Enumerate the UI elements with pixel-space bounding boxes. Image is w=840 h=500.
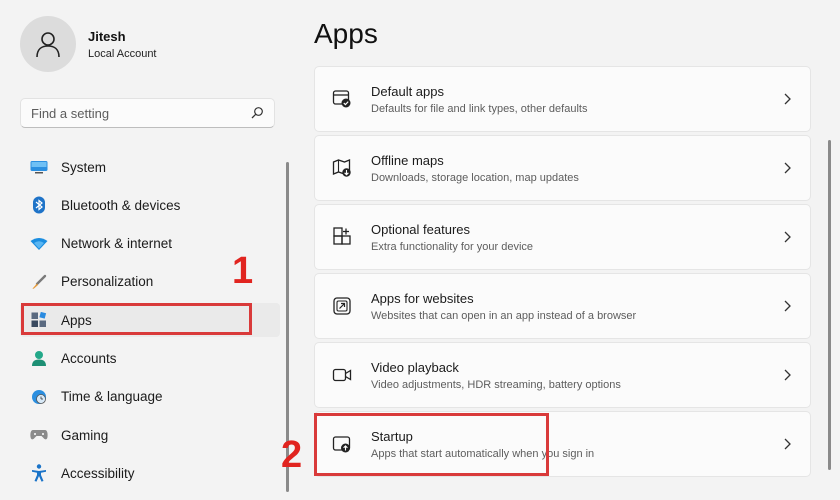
card-description: Apps that start automatically when you s… (371, 447, 595, 460)
step-2-callout: 2 (281, 434, 303, 476)
gamepad-icon (30, 426, 48, 444)
nav-list: System Bluetooth & devices Network & int… (20, 150, 280, 495)
account-type: Local Account (88, 47, 157, 60)
card-startup[interactable]: Startup Apps that start automatically wh… (314, 411, 811, 477)
card-description: Downloads, storage location, map updates (371, 171, 579, 184)
chevron-right-icon (784, 231, 791, 243)
card-description: Extra functionality for your device (371, 240, 534, 253)
map-icon (331, 157, 353, 179)
sidebar-item-label: Apps (61, 312, 92, 328)
sidebar-item-apps[interactable]: Apps (20, 303, 280, 338)
card-description: Video adjustments, HDR streaming, batter… (371, 378, 621, 391)
sidebar-item-label: Network & internet (61, 236, 173, 252)
card-title: Default apps (371, 83, 444, 99)
sidebar-item-gaming[interactable]: Gaming (20, 418, 280, 452)
wifi-icon (30, 235, 48, 253)
main-scrollbar[interactable] (828, 140, 831, 470)
card-description: Defaults for file and link types, other … (371, 102, 588, 115)
card-optional-features[interactable]: Optional features Extra functionality fo… (314, 204, 811, 270)
accessibility-icon (30, 464, 48, 482)
card-title: Apps for websites (371, 290, 474, 306)
sidebar-item-label: Personalization (61, 274, 154, 290)
sidebar-item-time-language[interactable]: Time & language (20, 380, 280, 414)
chevron-right-icon (784, 369, 791, 381)
sidebar-item-label: Accounts (61, 350, 117, 366)
video-icon (331, 364, 353, 386)
card-apps-for-websites[interactable]: Apps for websites Websites that can open… (314, 273, 811, 339)
sidebar-item-label: Bluetooth & devices (61, 197, 181, 213)
card-description: Websites that can open in an app instead… (371, 309, 637, 322)
sidebar-item-system[interactable]: System (20, 150, 280, 184)
bluetooth-icon (30, 196, 48, 214)
sidebar-item-accessibility[interactable]: Accessibility (20, 456, 280, 490)
user-profile[interactable]: Jitesh Local Account (20, 16, 157, 72)
sidebar-item-label: Gaming (61, 427, 109, 443)
brush-icon (30, 273, 48, 291)
user-name: Jitesh (88, 28, 126, 44)
apps-icon (30, 311, 48, 329)
sidebar-item-accounts[interactable]: Accounts (20, 341, 280, 375)
card-offline-maps[interactable]: Offline maps Downloads, storage location… (314, 135, 811, 201)
chevron-right-icon (784, 162, 791, 174)
default-apps-icon (331, 88, 353, 110)
startup-icon (331, 433, 353, 455)
sidebar: Jitesh Local Account System (0, 0, 300, 500)
monitor-icon (30, 158, 48, 176)
chevron-right-icon (784, 93, 791, 105)
optional-features-icon (331, 226, 353, 248)
chevron-right-icon (784, 438, 791, 450)
card-title: Startup (371, 428, 413, 444)
card-title: Optional features (371, 221, 471, 237)
person-icon (30, 349, 48, 367)
settings-card-list: Default apps Defaults for file and link … (314, 66, 811, 480)
open-in-app-icon (331, 295, 353, 317)
search-icon[interactable] (250, 106, 264, 120)
page-title: Apps (314, 18, 378, 49)
sidebar-item-label: Time & language (61, 389, 163, 405)
card-title: Video playback (371, 359, 459, 375)
search-input[interactable] (31, 105, 250, 121)
sidebar-item-label: Accessibility (61, 465, 135, 481)
card-video-playback[interactable]: Video playback Video adjustments, HDR st… (314, 342, 811, 408)
search-box[interactable] (20, 98, 275, 128)
sidebar-item-label: System (61, 159, 107, 175)
card-title: Offline maps (371, 152, 444, 168)
step-1-callout: 1 (232, 250, 254, 292)
card-default-apps[interactable]: Default apps Defaults for file and link … (314, 66, 811, 132)
sidebar-item-bluetooth[interactable]: Bluetooth & devices (20, 188, 280, 222)
globe-clock-icon (30, 388, 48, 406)
avatar (20, 16, 76, 72)
person-icon (36, 32, 60, 58)
chevron-right-icon (784, 300, 791, 312)
